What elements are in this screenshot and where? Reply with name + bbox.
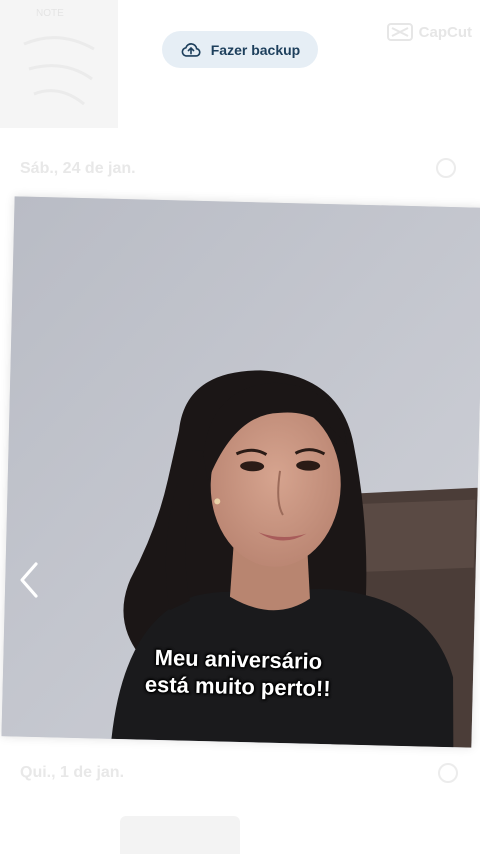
- gallery-thumbnail-bottom[interactable]: [120, 816, 240, 854]
- watermark-text: CapCut: [418, 23, 472, 41]
- photo-card[interactable]: Meu aniversário está muito perto!!: [1, 196, 480, 748]
- thumbnail-caption: NOTE: [36, 8, 64, 19]
- capcut-watermark: CapCut: [386, 22, 472, 42]
- backup-button[interactable]: Fazer backup: [162, 31, 318, 68]
- chevron-left-icon[interactable]: [16, 560, 44, 600]
- date-header-bottom: Qui., 1 de jan.: [20, 764, 125, 781]
- select-date-top-checkbox[interactable]: [436, 158, 456, 178]
- thumbnail-sketch-icon: [23, 36, 95, 106]
- backup-label: Fazer backup: [210, 41, 301, 58]
- cloud-upload-icon: [181, 42, 201, 57]
- select-date-bottom-checkbox[interactable]: [438, 763, 458, 783]
- gallery-thumbnail[interactable]: NOTE: [0, 0, 118, 128]
- video-caption: Meu aniversário está muito perto!!: [2, 640, 473, 705]
- date-header-top: Sáb., 24 de jan.: [20, 160, 136, 177]
- capcut-logo-icon: [386, 23, 413, 41]
